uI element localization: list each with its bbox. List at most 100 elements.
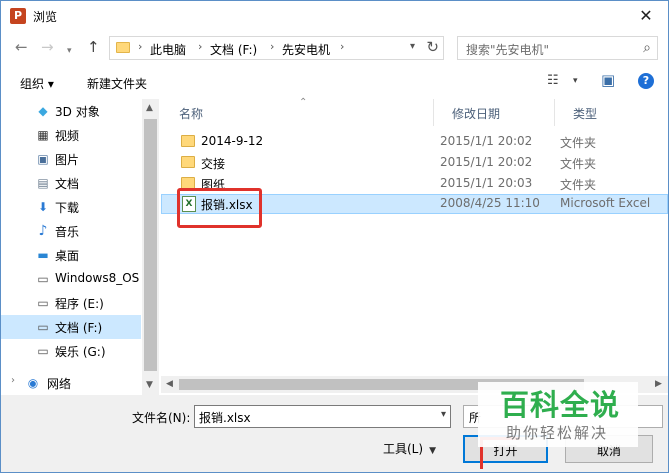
filename-input[interactable]: 报销.xlsx ▾ [194, 405, 451, 428]
breadcrumb-separator[interactable]: › [138, 40, 142, 53]
tools-menu[interactable]: 工具(L) ▼ [383, 440, 436, 457]
nav-item-windows8-os[interactable]: ▭ Windows8_OS [1, 267, 141, 291]
file-date: 2015/1/1 20:02 [440, 155, 533, 169]
chevron-down-icon[interactable]: ▾ [573, 76, 578, 86]
watermark-logo: 百科全说 助你轻松解决 [478, 382, 638, 447]
back-arrow-icon[interactable]: ← [15, 39, 28, 55]
nav-item-label: 图片 [55, 153, 80, 167]
file-type: 文件夹 [560, 157, 597, 171]
column-header-name[interactable]: 名称 [161, 99, 434, 126]
scroll-right-icon[interactable]: ▶ [655, 379, 662, 389]
nav-item-music[interactable]: ♪ 音乐 [1, 219, 141, 243]
watermark-subtitle: 助你轻松解决 [506, 424, 609, 442]
file-type: 文件夹 [560, 136, 597, 150]
file-row[interactable]: 2014-9-12 2015/1/1 20:02 文件夹 [161, 132, 668, 152]
filename-label: 文件名(N): [132, 411, 191, 425]
highlight-annotation [177, 188, 262, 228]
nav-item-label: 娱乐 (G:) [55, 345, 106, 359]
forward-arrow-icon[interactable]: → [41, 39, 54, 55]
nav-item-downloads[interactable]: ⬇ 下载 [1, 195, 141, 219]
chevron-down-icon[interactable]: ▾ [410, 41, 415, 52]
chevron-down-icon: ▼ [429, 446, 436, 456]
close-icon: ✕ [639, 6, 653, 25]
folder-icon [116, 42, 130, 53]
close-button[interactable]: ✕ [636, 6, 656, 26]
nav-item-network[interactable]: › ◉ 网络 [1, 371, 141, 395]
document-icon: ▤ [37, 176, 49, 190]
nav-item-label: 下载 [55, 201, 80, 215]
nav-item-3d-objects[interactable]: ◆ 3D 对象 [1, 99, 141, 123]
search-input[interactable]: 搜索"先安电机" ⌕ [457, 36, 658, 60]
drive-icon: ▭ [37, 296, 49, 310]
file-list: ⌃ 名称 修改日期 类型 2014-9-12 2015/1/1 20:02 文件… [161, 97, 668, 395]
nav-item-videos[interactable]: ▦ 视频 [1, 123, 141, 147]
nav-item-drive-f[interactable]: ▭ 文档 (F:) [1, 315, 141, 339]
breadcrumb-this-pc[interactable]: 此电脑 [150, 41, 186, 58]
chevron-down-icon[interactable]: ▾ [441, 409, 446, 420]
new-folder-button[interactable]: 新建文件夹 [87, 75, 147, 92]
file-row[interactable]: 交接 2015/1/1 20:02 文件夹 [161, 153, 668, 173]
preview-pane-icon[interactable]: ▣ [601, 71, 615, 89]
refresh-icon[interactable]: ↻ [426, 38, 439, 56]
nav-item-label: 3D 对象 [55, 105, 100, 119]
nav-item-desktop[interactable]: ▬ 桌面 [1, 243, 141, 267]
column-header-date[interactable]: 修改日期 [434, 99, 555, 126]
scroll-down-icon[interactable]: ▼ [146, 380, 153, 390]
nav-item-label: 桌面 [55, 249, 80, 263]
powerpoint-app-icon: P [10, 8, 26, 24]
nav-item-label: 音乐 [55, 225, 80, 239]
nav-vertical-scrollbar[interactable]: ▲ ▼ [142, 99, 159, 395]
nav-item-drive-e[interactable]: ▭ 程序 (E:) [1, 291, 141, 315]
file-date: 2015/1/1 20:03 [440, 176, 533, 190]
watermark-title: 百科全说 [500, 388, 621, 422]
nav-item-label: 文档 (F:) [55, 321, 103, 335]
filename-value: 报销.xlsx [199, 411, 251, 425]
breadcrumb-drive-f[interactable]: 文档 (F:) [210, 41, 257, 58]
nav-item-label: 网络 [47, 377, 72, 391]
dialog-title: 浏览 [33, 10, 58, 24]
help-icon[interactable]: ? [638, 73, 654, 89]
search-placeholder: 搜索"先安电机" [466, 43, 550, 57]
breadcrumb-separator[interactable]: › [198, 40, 202, 53]
video-icon: ▦ [37, 128, 49, 142]
drive-icon: ▭ [37, 320, 49, 334]
recent-dropdown-icon[interactable]: ▾ [67, 43, 72, 59]
download-icon: ⬇ [37, 200, 49, 214]
scroll-left-icon[interactable]: ◀ [166, 379, 173, 389]
chevron-right-icon[interactable]: › [11, 375, 15, 386]
organize-menu[interactable]: 组织 ▾ [20, 75, 54, 92]
navigation-bar: ← → ▾ ↑ › 此电脑 › 文档 (F:) › 先安电机 › ▾ ↻ 搜索"… [1, 31, 668, 65]
music-icon: ♪ [38, 223, 48, 239]
network-icon: ◉ [27, 376, 39, 390]
scroll-thumb[interactable] [144, 119, 157, 371]
drive-icon: ▭ [37, 272, 49, 286]
nav-item-documents[interactable]: ▤ 文档 [1, 171, 141, 195]
breadcrumb-separator[interactable]: › [340, 40, 344, 53]
nav-item-pictures[interactable]: ▣ 图片 [1, 147, 141, 171]
address-bar[interactable]: › 此电脑 › 文档 (F:) › 先安电机 › ▾ ↻ [109, 36, 444, 60]
file-date: 2015/1/1 20:02 [440, 134, 533, 148]
breadcrumb-separator[interactable]: › [270, 40, 274, 53]
title-bar: P 浏览 ✕ [1, 1, 668, 31]
nav-item-label: 视频 [55, 129, 80, 143]
nav-item-label: 文档 [55, 177, 80, 191]
file-date: 2008/4/25 11:10 [440, 196, 540, 210]
tools-label: 工具(L) [383, 442, 424, 456]
breadcrumb-current-folder[interactable]: 先安电机 [282, 41, 330, 58]
scroll-up-icon[interactable]: ▲ [146, 103, 153, 113]
nav-item-label: Windows8_OS [55, 271, 140, 285]
cube-icon: ◆ [38, 104, 48, 118]
file-name: 2014-9-12 [201, 134, 264, 148]
folder-icon [181, 135, 195, 147]
drive-icon: ▭ [37, 344, 49, 358]
picture-icon: ▣ [37, 152, 49, 166]
file-type: Microsoft Excel [560, 196, 651, 210]
search-icon[interactable]: ⌕ [643, 40, 651, 56]
navigation-pane: ◆ 3D 对象 ▦ 视频 ▣ 图片 ▤ 文档 ⬇ 下载 ♪ 音乐 ▬ 桌面 ▭ [1, 99, 159, 395]
file-name: 交接 [201, 157, 226, 171]
up-arrow-icon[interactable]: ↑ [87, 39, 100, 55]
view-options-icon[interactable]: ☷ [547, 73, 559, 88]
column-header-type[interactable]: 类型 [555, 99, 668, 126]
folder-icon [181, 156, 195, 168]
nav-item-drive-g[interactable]: ▭ 娱乐 (G:) [1, 339, 141, 363]
